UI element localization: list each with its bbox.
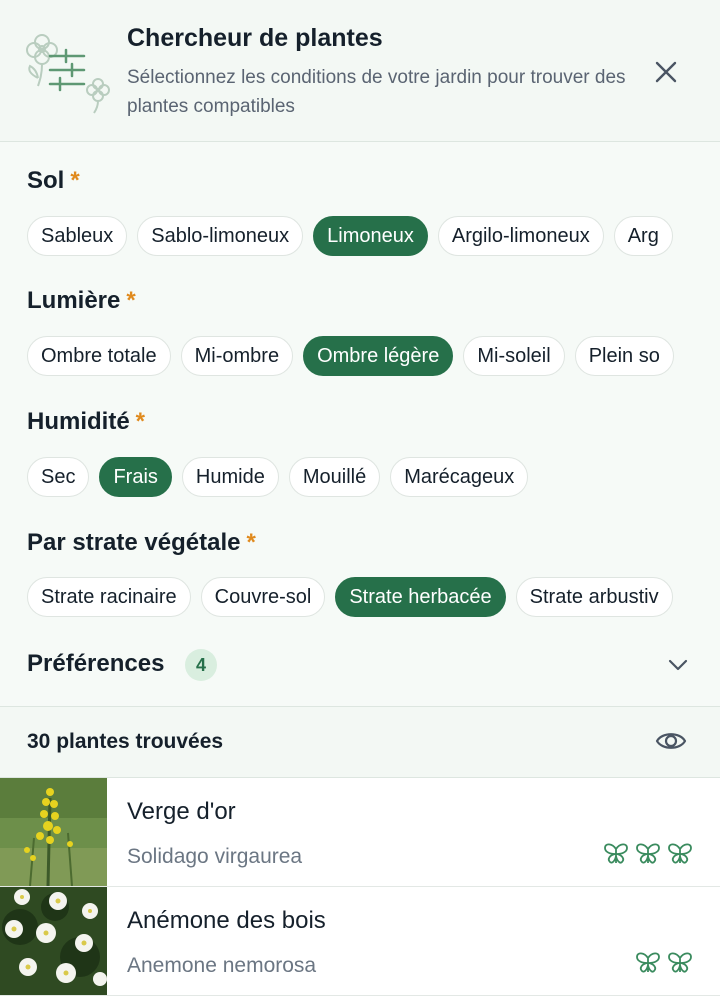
pollinator-rating (635, 951, 693, 975)
results-bar: 30 plantes trouvées (0, 707, 720, 778)
butterfly-icon (636, 843, 660, 864)
plant-list-item[interactable]: Verge d'or Solidago virgaurea (0, 778, 720, 887)
chip-humidity-mouille[interactable]: Mouillé (288, 457, 381, 497)
plant-finder-header: Chercheur de plantes Sélectionnez les co… (0, 0, 720, 142)
light-label: Lumière * (27, 287, 136, 315)
page-title: Chercheur de plantes (127, 24, 383, 52)
results-count: 30 plantes trouvées (27, 730, 224, 753)
chip-soil-sableux[interactable]: Sableux (27, 216, 128, 256)
preferences-count-badge: 4 (185, 649, 217, 681)
filter-panel: Sol * Sableux Sablo-limoneux Limoneux Argilo… (0, 142, 720, 707)
garden-filter-illustration-icon (26, 34, 110, 114)
soil-label-text: Sol (27, 167, 65, 194)
strata-label: Par strate végétale * (27, 529, 256, 557)
chip-strata-herbacee[interactable]: Strate herbacée (335, 577, 506, 617)
strata-options: Strate racinaire Couvre-sol Strate herbacé… (27, 577, 693, 621)
humidity-label: Humidité * (27, 408, 145, 436)
chip-humidity-humide[interactable]: Humide (181, 457, 279, 497)
chip-light-mi-ombre[interactable]: Mi-ombre (180, 336, 294, 376)
chip-light-ombre-legere[interactable]: Ombre légère (303, 336, 454, 376)
pollinator-rating (603, 842, 693, 866)
butterfly-icon (604, 843, 628, 864)
plant-name: Anémone des bois (127, 907, 326, 934)
strata-label-text: Par strate végétale (27, 529, 241, 556)
soil-label: Sol * (27, 167, 80, 195)
chip-soil-argilo-limoneux[interactable]: Argilo-limoneux (437, 216, 604, 256)
humidity-label-text: Humidité (27, 408, 130, 435)
chip-strata-racinaire[interactable]: Strate racinaire (27, 577, 191, 617)
light-label-text: Lumière (27, 287, 121, 314)
required-mark: * (70, 167, 80, 194)
page-subtitle: Sélectionnez les conditions de votre jar… (127, 67, 626, 117)
plant-name: Verge d'or (127, 798, 236, 825)
chip-soil-argileux[interactable]: Arg (613, 216, 673, 256)
soil-options: Sableux Sablo-limoneux Limoneux Argilo-limo… (27, 216, 693, 260)
chip-humidity-sec[interactable]: Sec (27, 457, 90, 497)
light-options: Ombre totale Mi-ombre Ombre légère Mi-solei… (27, 336, 693, 380)
required-mark: * (246, 529, 256, 556)
chip-light-mi-soleil[interactable]: Mi-soleil (463, 336, 565, 376)
chip-strata-couvre-sol[interactable]: Couvre-sol (200, 577, 326, 617)
chip-light-plein-soleil[interactable]: Plein so (574, 336, 674, 376)
chip-soil-limoneux[interactable]: Limoneux (313, 216, 428, 256)
chevron-down-icon (668, 659, 688, 671)
plant-latin-name: Anemone nemorosa (127, 954, 317, 977)
plant-latin-name: Solidago virgaurea (127, 845, 303, 868)
chip-humidity-marecageux[interactable]: Marécageux (390, 457, 529, 497)
preferences-label: Préférences (27, 650, 165, 677)
plant-list-item[interactable]: Anémone des bois Anemone nemorosa (0, 887, 720, 996)
close-icon (655, 61, 677, 83)
chip-light-ombre-totale[interactable]: Ombre totale (27, 336, 171, 376)
close-button[interactable] (648, 54, 684, 90)
chip-strata-arbustive[interactable]: Strate arbustiv (515, 577, 673, 617)
required-mark: * (135, 408, 146, 435)
plant-photo (0, 778, 107, 886)
eye-icon[interactable] (655, 728, 687, 754)
butterfly-icon (668, 843, 692, 864)
chip-soil-sablo-limoneux[interactable]: Sablo-limoneux (137, 216, 304, 256)
butterfly-icon (668, 952, 692, 973)
required-mark: * (126, 287, 136, 314)
humidity-options: Sec Frais Humide Mouillé Marécageux (27, 457, 693, 501)
chip-humidity-frais[interactable]: Frais (99, 457, 172, 497)
butterfly-icon (636, 952, 660, 973)
plant-photo (0, 887, 107, 995)
preferences-toggle[interactable]: Préférences 4 (0, 640, 720, 692)
